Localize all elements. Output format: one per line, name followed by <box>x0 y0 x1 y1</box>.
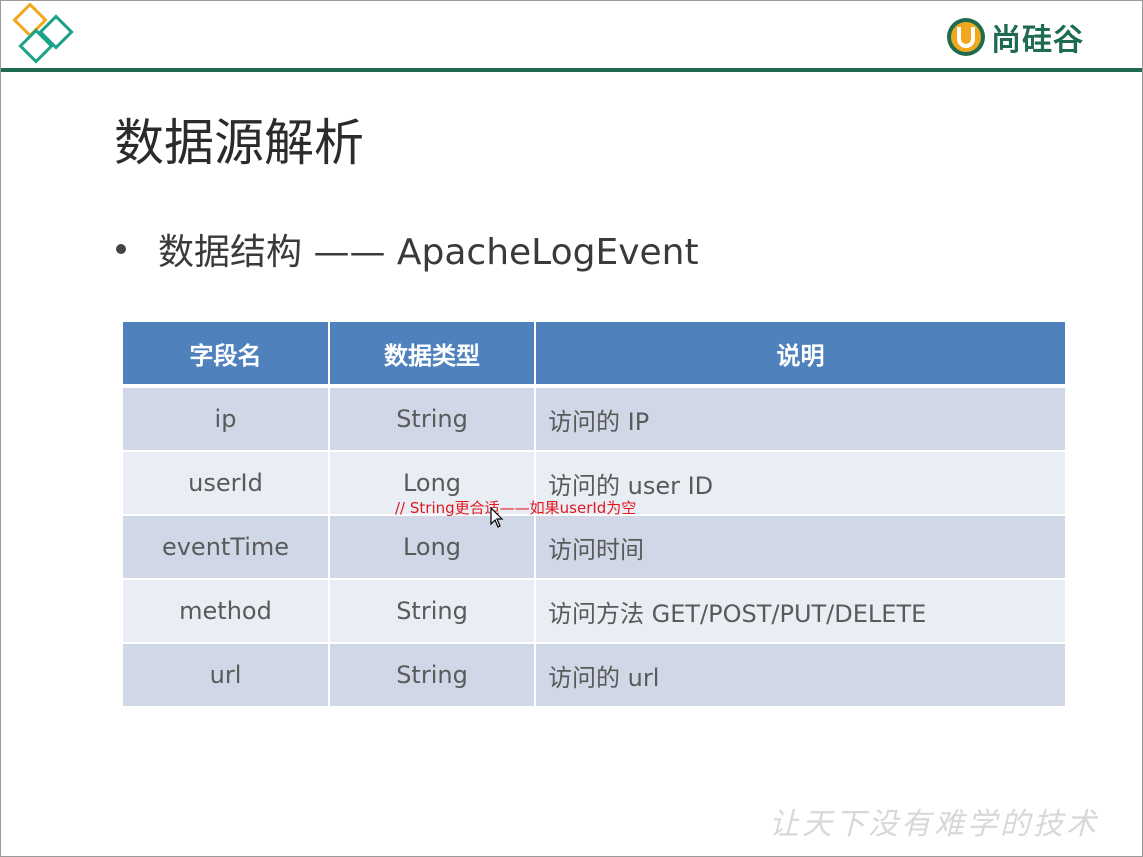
cell-type: Long <box>329 514 536 579</box>
table-row: eventTime Long 访问时间 <box>123 514 1067 579</box>
cell-field: url <box>123 642 330 706</box>
slide-title: 数据源解析 <box>114 114 364 172</box>
cell-desc: 访问的 IP <box>535 384 1067 451</box>
bullet-text: 数据结构 —— ApacheLogEvent <box>158 232 699 273</box>
cell-field: eventTime <box>123 514 330 579</box>
cell-desc: 访问方法 GET/POST/PUT/DELETE <box>535 578 1067 643</box>
cell-field: ip <box>123 384 330 451</box>
bullet-dot-icon <box>116 244 126 254</box>
annotation-note: // String更合适——如果userId为空 <box>395 499 637 517</box>
header-divider <box>1 68 1142 72</box>
slide: 尚硅谷 数据源解析 数据结构 —— ApacheLogEvent 字段名 数据类… <box>0 0 1143 857</box>
cell-type: String <box>329 642 536 706</box>
cell-type: String <box>329 384 536 451</box>
table-row: method String 访问方法 GET/POST/PUT/DELETE <box>123 578 1067 643</box>
header-data-type: 数据类型 <box>329 322 536 386</box>
cell-desc: 访问的 url <box>535 642 1067 706</box>
cell-field: method <box>123 578 330 643</box>
diamond-logo-icon <box>12 3 74 64</box>
brand-name: 尚硅谷 <box>991 23 1084 58</box>
table-header-row: 字段名 数据类型 说明 <box>123 322 1067 386</box>
cell-type: String <box>329 578 536 643</box>
cell-desc: 访问时间 <box>535 514 1067 579</box>
watermark-slogan: 让天下没有难学的技术 <box>769 807 1099 842</box>
cell-field: userId <box>123 450 330 515</box>
bullet-item: 数据结构 —— ApacheLogEvent <box>116 223 699 275</box>
u-logo-icon <box>947 18 985 56</box>
header-description: 说明 <box>535 322 1067 386</box>
brand-logo: 尚硅谷 <box>945 15 1084 59</box>
table-row: url String 访问的 url <box>123 642 1067 706</box>
mouse-cursor-icon <box>490 507 504 528</box>
header-field-name: 字段名 <box>123 322 330 386</box>
table-row: ip String 访问的 IP <box>123 384 1067 451</box>
